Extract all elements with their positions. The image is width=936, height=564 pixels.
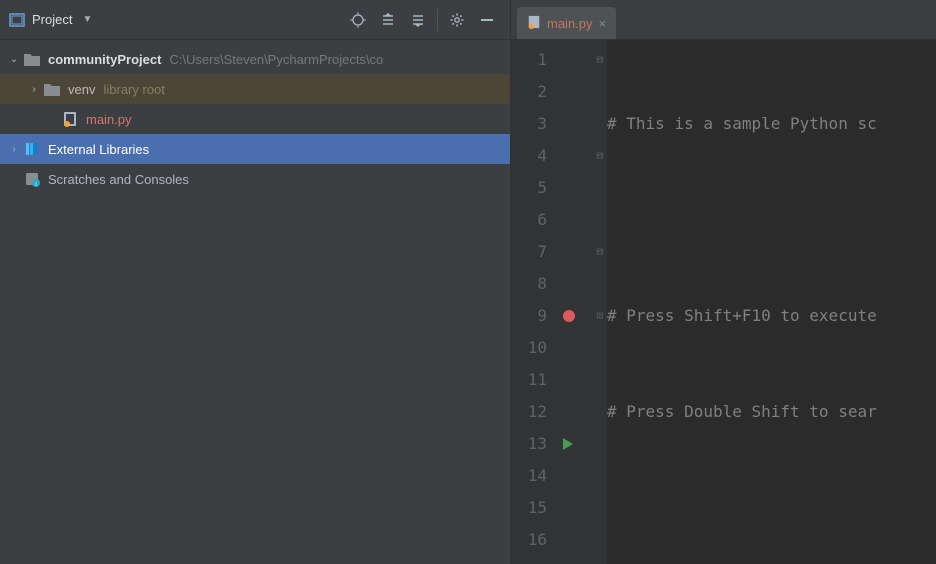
editor-tabbar: main.py ×: [511, 0, 936, 40]
svg-text:i: i: [35, 182, 36, 187]
breakpoint-icon[interactable]: [563, 310, 575, 322]
project-icon: [8, 11, 26, 29]
project-root-label: communityProject: [48, 52, 161, 67]
line-number[interactable]: 11: [511, 364, 547, 396]
line-number[interactable]: 7: [511, 236, 547, 268]
fold-icon[interactable]: ⊟: [596, 140, 603, 172]
tab-label: main.py: [547, 16, 593, 31]
project-panel: Project ▼ ⌄ communityProject C:\Users\St…: [0, 0, 511, 564]
folder-icon: [42, 79, 62, 99]
separator: [437, 9, 438, 31]
line-number[interactable]: 9: [511, 300, 547, 332]
line-number[interactable]: 3: [511, 108, 547, 140]
chevron-right-icon[interactable]: ›: [26, 84, 42, 95]
tree-external-libraries[interactable]: › External Libraries: [0, 134, 510, 164]
line-number-gutter: 1 2 3 4 5 6 7 8 9 10 11 12 13 14 15 16: [511, 40, 557, 564]
line-number[interactable]: 2: [511, 76, 547, 108]
folder-icon: [22, 49, 42, 69]
chevron-down-icon[interactable]: ▼: [82, 14, 92, 25]
libraries-icon: [22, 139, 42, 159]
tree-project-root[interactable]: ⌄ communityProject C:\Users\Steven\Pycha…: [0, 44, 510, 74]
code-text: # Press Double Shift to sear: [607, 402, 877, 421]
fold-end-icon[interactable]: ⊡: [596, 300, 603, 332]
external-libraries-label: External Libraries: [48, 142, 149, 157]
line-number[interactable]: 10: [511, 332, 547, 364]
project-tree: ⌄ communityProject C:\Users\Steven\Pycha…: [0, 40, 510, 564]
line-number[interactable]: 14: [511, 460, 547, 492]
line-number[interactable]: 6: [511, 204, 547, 236]
fold-icon[interactable]: ⊟: [596, 44, 603, 76]
code-editor[interactable]: 1 2 3 4 5 6 7 8 9 10 11 12 13 14 15 16 ⊟…: [511, 40, 936, 564]
scratches-icon: i: [22, 169, 42, 189]
code-area[interactable]: # This is a sample Python sc # Press Shi…: [607, 40, 936, 564]
marker-gutter[interactable]: ⊟ ⊟ ⊟ ⊡: [557, 40, 607, 564]
tree-file-main[interactable]: main.py: [0, 104, 510, 134]
venv-hint: library root: [103, 82, 164, 97]
line-number[interactable]: 13: [511, 428, 547, 460]
fold-icon[interactable]: ⊟: [596, 236, 603, 268]
code-text: # This is a sample Python sc: [607, 114, 877, 133]
line-number[interactable]: 1: [511, 44, 547, 76]
line-number[interactable]: 4: [511, 140, 547, 172]
tree-venv-folder[interactable]: › venv library root: [0, 74, 510, 104]
tab-main-py[interactable]: main.py ×: [517, 7, 616, 39]
python-file-icon: [527, 15, 541, 32]
run-gutter-icon[interactable]: [563, 438, 573, 450]
gear-icon[interactable]: [442, 5, 472, 35]
line-number[interactable]: 8: [511, 268, 547, 300]
expand-all-icon[interactable]: [373, 5, 403, 35]
tree-scratches[interactable]: i Scratches and Consoles: [0, 164, 510, 194]
chevron-down-icon[interactable]: ⌄: [6, 54, 22, 65]
collapse-all-icon[interactable]: [403, 5, 433, 35]
locate-icon[interactable]: [343, 5, 373, 35]
close-icon[interactable]: ×: [599, 16, 607, 31]
code-text: # Press Shift+F10 to execute: [607, 306, 877, 325]
project-root-path: C:\Users\Steven\PycharmProjects\co: [169, 52, 383, 67]
project-toolbar: Project ▼: [0, 0, 510, 40]
line-number[interactable]: 12: [511, 396, 547, 428]
venv-label: venv: [68, 82, 95, 97]
line-number[interactable]: 16: [511, 524, 547, 556]
scratches-label: Scratches and Consoles: [48, 172, 189, 187]
line-number[interactable]: 5: [511, 172, 547, 204]
hide-panel-icon[interactable]: [472, 5, 502, 35]
chevron-right-icon[interactable]: ›: [6, 144, 22, 155]
line-number[interactable]: 15: [511, 492, 547, 524]
project-dropdown-label[interactable]: Project: [32, 12, 78, 27]
editor-panel: main.py × 1 2 3 4 5 6 7 8 9 10 11 12 13 …: [511, 0, 936, 564]
python-file-icon: [60, 109, 80, 129]
file-main-label: main.py: [86, 112, 132, 127]
